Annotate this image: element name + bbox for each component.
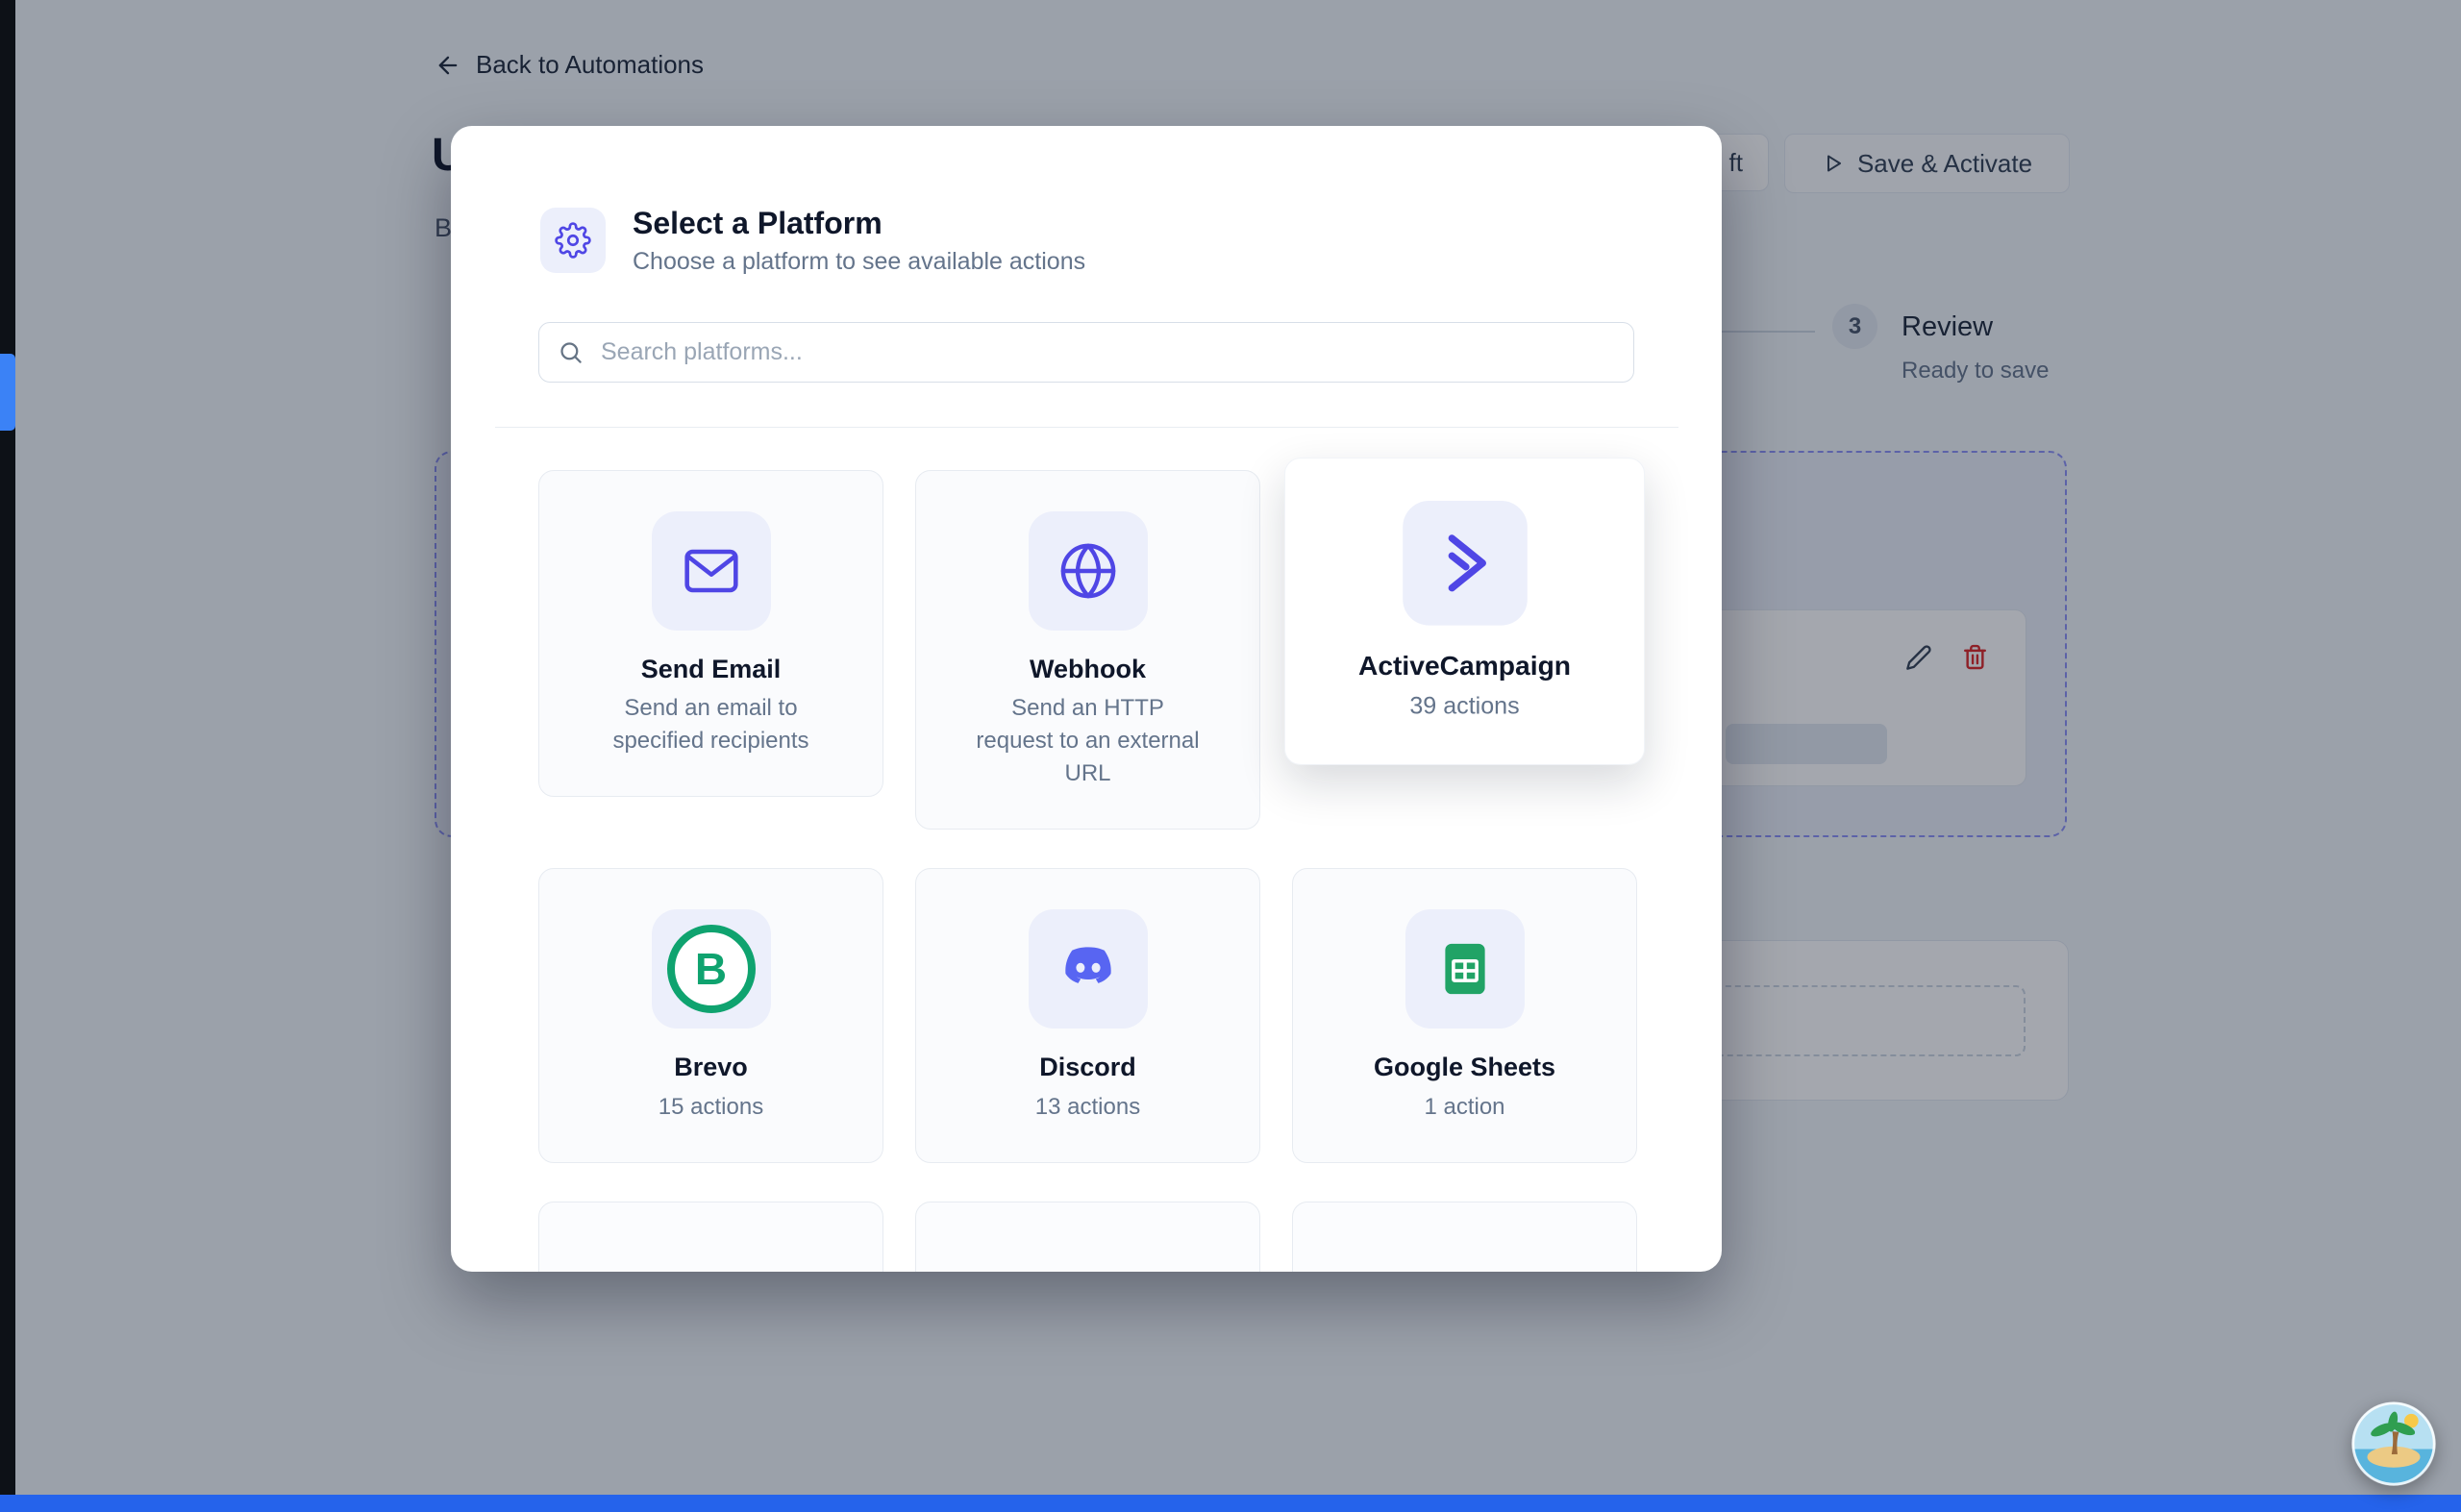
- tropical-island-icon: [2351, 1401, 2436, 1486]
- bottom-accent-bar: [0, 1495, 2461, 1512]
- platform-card-partial[interactable]: [538, 1201, 883, 1272]
- platform-name: Brevo: [674, 1053, 748, 1082]
- gear-icon: [540, 208, 606, 274]
- platform-grid: Send Email Send an email to specified re…: [538, 457, 1646, 1272]
- island-fab-button[interactable]: [2351, 1401, 2436, 1486]
- google-sheets-icon: [1405, 909, 1525, 1029]
- search-icon: [558, 339, 584, 365]
- discord-icon: [1028, 909, 1148, 1029]
- platform-name: Discord: [1039, 1053, 1136, 1082]
- sidebar-active-indicator: [0, 354, 15, 431]
- select-platform-dialog: Select a Platform Choose a platform to s…: [451, 126, 1722, 1272]
- divider: [495, 426, 1678, 428]
- platform-card-partial[interactable]: [915, 1201, 1260, 1272]
- platform-card-google-sheets[interactable]: Google Sheets 1 action: [1292, 868, 1637, 1163]
- platform-name: ActiveCampaign: [1357, 650, 1572, 681]
- platform-description: 13 actions: [1034, 1093, 1141, 1120]
- brevo-icon: B: [651, 909, 771, 1029]
- platform-card-brevo[interactable]: B Brevo 15 actions: [538, 868, 883, 1163]
- sidebar-strip: [0, 0, 15, 1512]
- dialog-title: Select a Platform: [633, 206, 882, 240]
- dialog-subtitle: Choose a platform to see available actio…: [633, 247, 1086, 275]
- platform-description: Send an HTTP request to an external URL: [976, 695, 1200, 787]
- platform-description: 15 actions: [658, 1093, 764, 1120]
- screen: Back to Automations U B ft Save & Activa…: [0, 0, 2461, 1512]
- platform-name: Google Sheets: [1373, 1053, 1556, 1082]
- search-container: [538, 321, 1634, 383]
- platform-description: 39 actions: [1409, 692, 1520, 721]
- platform-card-send-email[interactable]: Send Email Send an email to specified re…: [538, 469, 883, 798]
- activecampaign-icon: [1402, 500, 1528, 626]
- platform-card-webhook[interactable]: Webhook Send an HTTP request to an exter…: [915, 469, 1260, 830]
- platform-card-discord[interactable]: Discord 13 actions: [915, 868, 1260, 1163]
- platform-name: Send Email: [640, 654, 782, 683]
- platform-card-partial[interactable]: [1292, 1201, 1637, 1272]
- platform-card-activecampaign[interactable]: ActiveCampaign 39 actions: [1283, 457, 1646, 766]
- dialog-header-text: Select a Platform Choose a platform to s…: [633, 206, 1085, 276]
- platform-description: 1 action: [1424, 1093, 1505, 1120]
- dialog-header: Select a Platform Choose a platform to s…: [540, 206, 1632, 276]
- globe-icon: [1028, 510, 1148, 631]
- search-platforms-input[interactable]: [538, 321, 1634, 383]
- mail-icon: [651, 510, 771, 631]
- platform-name: Webhook: [1030, 654, 1146, 683]
- platform-description: Send an email to specified recipients: [612, 695, 809, 755]
